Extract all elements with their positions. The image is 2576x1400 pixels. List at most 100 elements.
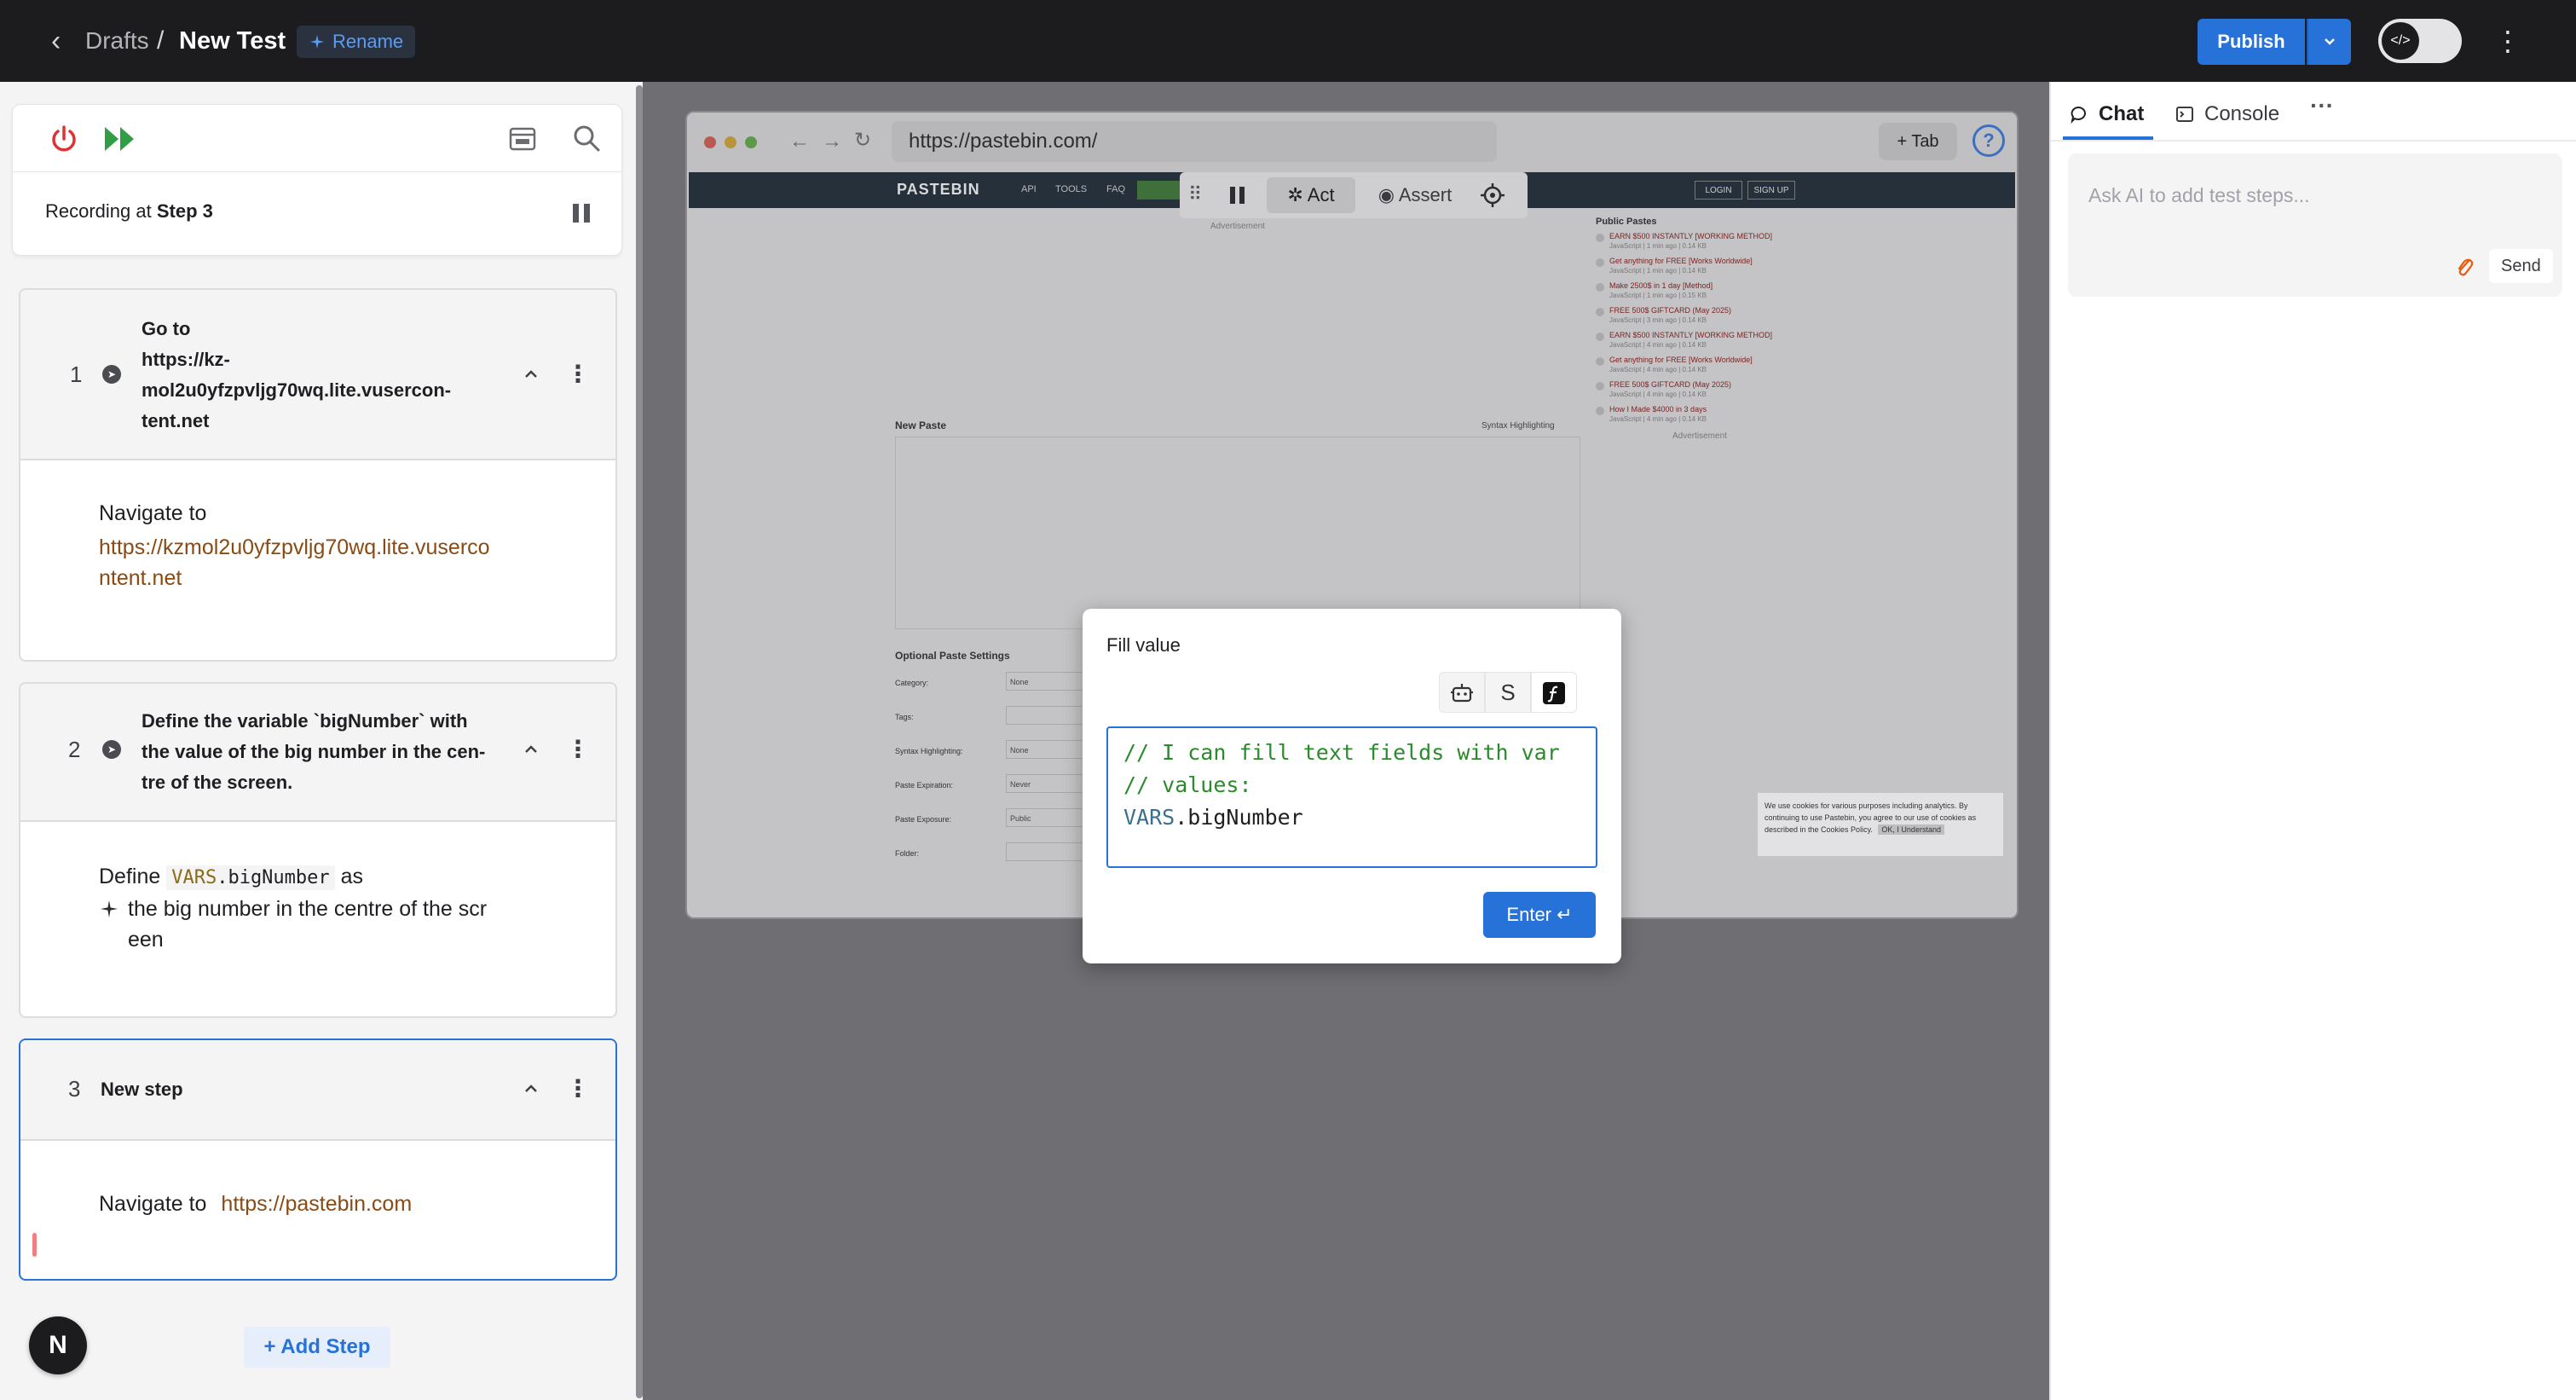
- public-paste-item[interactable]: FREE 500$ GIFTCARD (May 2025) JavaScript …: [1596, 380, 1800, 398]
- site-nav-tools[interactable]: TOOLS: [1055, 184, 1087, 194]
- mode-function-button[interactable]: [1531, 672, 1577, 713]
- search-icon[interactable]: [570, 122, 603, 154]
- close-dot[interactable]: [704, 136, 716, 148]
- dev-mode-toggle[interactable]: </>: [2378, 19, 2462, 63]
- syntax-highlighting-toggle[interactable]: Syntax Highlighting: [1481, 421, 1555, 431]
- public-paste-item[interactable]: EARN $500 INSTANTLY [WORKING METHOD] Java…: [1596, 331, 1800, 349]
- rename-button[interactable]: Rename: [297, 26, 416, 58]
- site-paste-button[interactable]: [1137, 181, 1180, 200]
- public-paste-item[interactable]: How I Made $4000 in 3 days JavaScript | 4…: [1596, 405, 1800, 423]
- code-property: .bigNumber: [1175, 805, 1303, 830]
- ai-sparkle-icon: [101, 900, 118, 917]
- public-paste-item[interactable]: Get anything for FREE [Works Worldwide] J…: [1596, 257, 1800, 275]
- sparkle-icon: [310, 35, 324, 49]
- option-label: Paste Expiration:: [895, 781, 954, 790]
- avatar[interactable]: N: [29, 1316, 87, 1374]
- url-bar[interactable]: https://pastebin.com/: [892, 121, 1497, 162]
- tab-console-label: Console: [2204, 102, 2280, 125]
- new-tab-button[interactable]: + Tab: [1879, 123, 1957, 160]
- add-step-button[interactable]: + Add Step: [244, 1327, 390, 1368]
- code-comment-line: // I can fill text fields with var: [1123, 740, 1560, 765]
- chevron-up-icon[interactable]: [520, 1078, 542, 1100]
- variable-chip[interactable]: VARS.bigNumber: [166, 865, 335, 890]
- step-card-2[interactable]: 2 ➤ Define the variable `bigNumber` with…: [19, 682, 617, 1018]
- tab-console[interactable]: Console: [2175, 94, 2279, 135]
- breadcrumb-drafts[interactable]: Drafts: [85, 26, 149, 56]
- public-paste-item[interactable]: Make 2500$ in 1 day [Method] JavaScript |…: [1596, 281, 1800, 299]
- tab-chat[interactable]: Chat: [2070, 94, 2144, 135]
- cookie-accept-button[interactable]: OK, I Understand: [1878, 824, 1944, 835]
- step-card-1[interactable]: 1 ➤ Go to https://kz- mol2u0yfzpvljg70wq…: [19, 288, 617, 662]
- paste-title: EARN $500 INSTANTLY [WORKING METHOD]: [1596, 331, 1800, 341]
- help-icon[interactable]: ?: [1972, 124, 2005, 157]
- site-nav-api[interactable]: API: [1021, 184, 1037, 194]
- chat-input-placeholder[interactable]: Ask AI to add test steps...: [2088, 184, 2310, 207]
- chevron-up-icon[interactable]: [520, 738, 542, 761]
- step-menu-icon[interactable]: ⋮: [566, 362, 590, 387]
- publish-button[interactable]: Publish: [2198, 19, 2305, 65]
- dialog-title: Fill value: [1106, 634, 1181, 656]
- paste-meta: JavaScript | 1 min ago | 0.14 KB: [1609, 242, 1707, 250]
- enter-button[interactable]: Enter ↵: [1483, 892, 1596, 938]
- crosshair-icon[interactable]: [1480, 182, 1505, 208]
- fast-forward-icon[interactable]: [101, 124, 139, 154]
- option-row: Paste Exposure:: [895, 815, 951, 824]
- pause-icon[interactable]: [569, 200, 594, 226]
- public-paste-item[interactable]: Get anything for FREE [Works Worldwide] J…: [1596, 356, 1800, 373]
- chevron-up-icon[interactable]: [520, 363, 542, 385]
- recording-prefix: Recording at: [45, 200, 157, 222]
- compass-icon: ➤: [102, 365, 121, 384]
- mode-string-button[interactable]: S: [1485, 672, 1531, 713]
- step-number: 3: [68, 1076, 81, 1102]
- optional-settings-title: Optional Paste Settings: [895, 650, 1010, 662]
- step-header[interactable]: 2 ➤ Define the variable `bigNumber` with…: [20, 684, 615, 822]
- terminal-icon: [2176, 107, 2193, 122]
- drag-handle-icon[interactable]: ⠿: [1188, 181, 1205, 208]
- step-url[interactable]: https://kzmol2u0yfzpvljg70wq.lite.vuserc…: [99, 532, 490, 593]
- ai-description[interactable]: the big number in the centre of the scr …: [99, 894, 487, 955]
- option-label: Folder:: [895, 849, 920, 858]
- chat-input-box[interactable]: Ask AI to add test steps... Send: [2068, 153, 2562, 297]
- recording-toolbar: ⠿ ✲ Act ◉ Assert: [1180, 172, 1528, 218]
- step-menu-icon[interactable]: ⋮: [566, 1076, 590, 1102]
- pause-icon[interactable]: [1227, 184, 1248, 206]
- paperclip-icon[interactable]: [2453, 254, 2475, 280]
- forward-arrow-icon[interactable]: →: [822, 130, 842, 153]
- option-row: Syntax Highlighting:: [895, 747, 963, 755]
- steps-scrollbar[interactable]: [636, 85, 643, 1398]
- site-signup-button[interactable]: SIGN UP: [1747, 181, 1795, 200]
- mode-ai-button[interactable]: [1439, 672, 1485, 713]
- paste-title: EARN $500 INSTANTLY [WORKING METHOD]: [1596, 232, 1800, 242]
- minimize-dot[interactable]: [725, 136, 736, 148]
- option-label: Category:: [895, 679, 929, 687]
- publish-dropdown-button[interactable]: [2307, 19, 2351, 65]
- step-header[interactable]: 3 New step ⋮: [20, 1040, 615, 1141]
- code-editor[interactable]: // I can fill text fields with var // va…: [1106, 726, 1597, 868]
- step-body: Navigate to https://pastebin.com: [99, 1189, 412, 1219]
- send-button[interactable]: Send: [2489, 249, 2553, 283]
- back-chevron-icon[interactable]: ‹: [51, 26, 82, 56]
- more-menu-icon[interactable]: ⋮: [2494, 22, 2521, 60]
- paste-textarea[interactable]: [895, 437, 1580, 629]
- step-header[interactable]: 1 ➤ Go to https://kz- mol2u0yfzpvljg70wq…: [20, 290, 615, 460]
- site-login-button[interactable]: LOGIN: [1695, 181, 1742, 200]
- site-logo[interactable]: PASTEBIN: [897, 181, 980, 199]
- site-nav-faq[interactable]: FAQ: [1106, 184, 1125, 194]
- recording-step: Step 3: [156, 200, 213, 222]
- advertisement-label: Advertisement: [1672, 431, 1727, 441]
- option-label: Paste Exposure:: [895, 815, 952, 824]
- step-url[interactable]: https://pastebin.com: [221, 1192, 412, 1216]
- public-paste-item[interactable]: FREE 500$ GIFTCARD (May 2025) JavaScript …: [1596, 306, 1800, 324]
- power-icon[interactable]: [47, 122, 81, 156]
- step-card-3[interactable]: 3 New step ⋮ Navigate to https://pastebi…: [19, 1038, 617, 1281]
- step-menu-icon[interactable]: ⋮: [566, 737, 590, 762]
- public-paste-item[interactable]: EARN $500 INSTANTLY [WORKING METHOD] Java…: [1596, 232, 1800, 250]
- act-button[interactable]: ✲ Act: [1267, 177, 1355, 213]
- panel-icon[interactable]: [507, 124, 538, 154]
- more-tabs-icon[interactable]: ···: [2310, 92, 2334, 119]
- assert-button[interactable]: ◉ Assert: [1367, 177, 1463, 213]
- reload-icon[interactable]: ↻: [854, 128, 871, 153]
- maximize-dot[interactable]: [745, 136, 757, 148]
- back-arrow-icon[interactable]: ←: [789, 130, 810, 153]
- page-title: New Test: [179, 27, 286, 55]
